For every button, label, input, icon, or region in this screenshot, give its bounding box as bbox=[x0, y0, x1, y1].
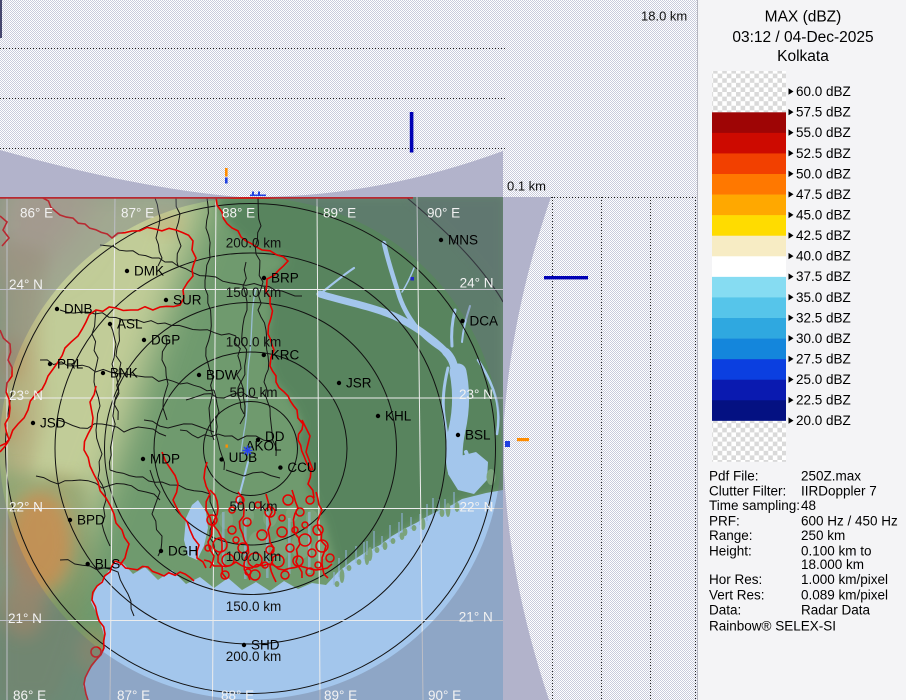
svg-text:57.5 dBZ: 57.5 dBZ bbox=[796, 105, 851, 120]
svg-text:JSR: JSR bbox=[346, 376, 372, 391]
svg-text:PRL: PRL bbox=[57, 357, 84, 372]
svg-text:03:12 / 04-Dec-2025: 03:12 / 04-Dec-2025 bbox=[732, 29, 873, 46]
svg-text:86° E: 86° E bbox=[20, 206, 53, 221]
svg-text:DGH: DGH bbox=[168, 544, 198, 559]
svg-text:21° N: 21° N bbox=[459, 610, 493, 625]
svg-text:Vert Res:: Vert Res: bbox=[709, 588, 765, 603]
svg-text:22° N: 22° N bbox=[9, 500, 43, 515]
svg-text:35.0 dBZ: 35.0 dBZ bbox=[796, 290, 851, 305]
svg-text:47.5 dBZ: 47.5 dBZ bbox=[796, 187, 851, 202]
svg-text:27.5 dBZ: 27.5 dBZ bbox=[796, 352, 851, 367]
svg-text:250Z.max: 250Z.max bbox=[801, 469, 861, 484]
svg-text:18.000 km: 18.000 km bbox=[801, 557, 864, 572]
svg-text:42.5 dBZ: 42.5 dBZ bbox=[796, 228, 851, 243]
svg-text:90° E: 90° E bbox=[427, 206, 460, 221]
svg-text:DCA: DCA bbox=[470, 314, 499, 329]
svg-text:90° E: 90° E bbox=[428, 688, 461, 700]
svg-text:JSD: JSD bbox=[40, 416, 66, 431]
svg-text:Pdf File:: Pdf File: bbox=[709, 469, 759, 484]
svg-text:Kolkata: Kolkata bbox=[777, 48, 829, 65]
svg-text:PRF:: PRF: bbox=[709, 514, 740, 529]
svg-text:Hor Res:: Hor Res: bbox=[709, 572, 762, 587]
svg-text:60.0 dBZ: 60.0 dBZ bbox=[796, 84, 851, 99]
svg-text:89° E: 89° E bbox=[324, 688, 357, 700]
svg-text:22° N: 22° N bbox=[460, 500, 494, 515]
svg-text:24° N: 24° N bbox=[460, 276, 494, 291]
svg-text:MDP: MDP bbox=[150, 452, 180, 467]
svg-text:21° N: 21° N bbox=[8, 611, 42, 626]
svg-text:SUR: SUR bbox=[173, 293, 202, 308]
svg-text:IIRDoppler 7: IIRDoppler 7 bbox=[801, 484, 877, 499]
svg-text:50.0 km: 50.0 km bbox=[229, 385, 277, 400]
svg-text:88° E: 88° E bbox=[221, 688, 254, 700]
svg-text:BRP: BRP bbox=[271, 271, 299, 286]
svg-text:37.5 dBZ: 37.5 dBZ bbox=[796, 269, 851, 284]
svg-text:20.0 dBZ: 20.0 dBZ bbox=[796, 413, 851, 428]
svg-text:50.0 km: 50.0 km bbox=[229, 499, 277, 514]
svg-text:23° N: 23° N bbox=[9, 388, 43, 403]
svg-text:32.5 dBZ: 32.5 dBZ bbox=[796, 310, 851, 325]
svg-text:600 Hz / 450 Hz: 600 Hz / 450 Hz bbox=[801, 514, 898, 529]
svg-text:0.1 km: 0.1 km bbox=[507, 179, 546, 194]
svg-text:0.089 km/pixel: 0.089 km/pixel bbox=[801, 588, 888, 603]
svg-text:DGP: DGP bbox=[151, 333, 180, 348]
svg-text:50.0 dBZ: 50.0 dBZ bbox=[796, 166, 851, 181]
svg-text:BLS: BLS bbox=[95, 557, 121, 572]
svg-text:Clutter Filter:: Clutter Filter: bbox=[709, 484, 786, 499]
svg-text:250 km: 250 km bbox=[801, 528, 845, 543]
svg-text:MNS: MNS bbox=[448, 233, 478, 248]
svg-text:89° E: 89° E bbox=[323, 206, 356, 221]
svg-text:BDW: BDW bbox=[206, 368, 238, 383]
svg-text:Data:: Data: bbox=[709, 603, 741, 618]
svg-text:ASL: ASL bbox=[117, 317, 143, 332]
svg-text:DMK: DMK bbox=[134, 264, 164, 279]
svg-text:Height:: Height: bbox=[709, 544, 752, 559]
svg-text:DNB: DNB bbox=[64, 302, 93, 317]
svg-text:Rainbow® SELEX-SI: Rainbow® SELEX-SI bbox=[709, 619, 836, 634]
svg-text:Radar Data: Radar Data bbox=[801, 603, 871, 618]
svg-text:87° E: 87° E bbox=[121, 206, 154, 221]
svg-text:45.0 dBZ: 45.0 dBZ bbox=[796, 208, 851, 223]
svg-text:87° E: 87° E bbox=[117, 688, 150, 700]
svg-text:100.0 km: 100.0 km bbox=[226, 549, 282, 564]
svg-text:86° E: 86° E bbox=[13, 688, 46, 700]
svg-text:Time sampling:: Time sampling: bbox=[709, 498, 800, 513]
svg-text:MAX (dBZ): MAX (dBZ) bbox=[765, 9, 842, 26]
svg-text:CCU: CCU bbox=[287, 460, 316, 475]
svg-text:40.0 dBZ: 40.0 dBZ bbox=[796, 249, 851, 264]
svg-text:BSL: BSL bbox=[465, 428, 491, 443]
svg-text:150.0 km: 150.0 km bbox=[226, 285, 282, 300]
svg-text:BNK: BNK bbox=[110, 366, 138, 381]
svg-text:52.5 dBZ: 52.5 dBZ bbox=[796, 146, 851, 161]
svg-text:88° E: 88° E bbox=[222, 206, 255, 221]
svg-text:200.0 km: 200.0 km bbox=[226, 236, 282, 251]
svg-text:24° N: 24° N bbox=[9, 277, 43, 292]
svg-text:KRC: KRC bbox=[271, 348, 300, 363]
svg-text:AKOL: AKOL bbox=[246, 439, 283, 454]
svg-text:22.5 dBZ: 22.5 dBZ bbox=[796, 393, 851, 408]
svg-text:30.0 dBZ: 30.0 dBZ bbox=[796, 331, 851, 346]
svg-text:25.0 dBZ: 25.0 dBZ bbox=[796, 372, 851, 387]
svg-text:BPD: BPD bbox=[77, 513, 105, 528]
svg-text:Range:: Range: bbox=[709, 528, 753, 543]
svg-text:23° N: 23° N bbox=[459, 387, 493, 402]
svg-text:1.000 km/pixel: 1.000 km/pixel bbox=[801, 572, 888, 587]
svg-text:18.0 km: 18.0 km bbox=[641, 9, 687, 24]
svg-text:55.0 dBZ: 55.0 dBZ bbox=[796, 125, 851, 140]
svg-text:SHD: SHD bbox=[251, 638, 280, 653]
svg-text:150.0 km: 150.0 km bbox=[226, 599, 282, 614]
svg-text:KHL: KHL bbox=[385, 409, 412, 424]
svg-text:48: 48 bbox=[801, 498, 816, 513]
